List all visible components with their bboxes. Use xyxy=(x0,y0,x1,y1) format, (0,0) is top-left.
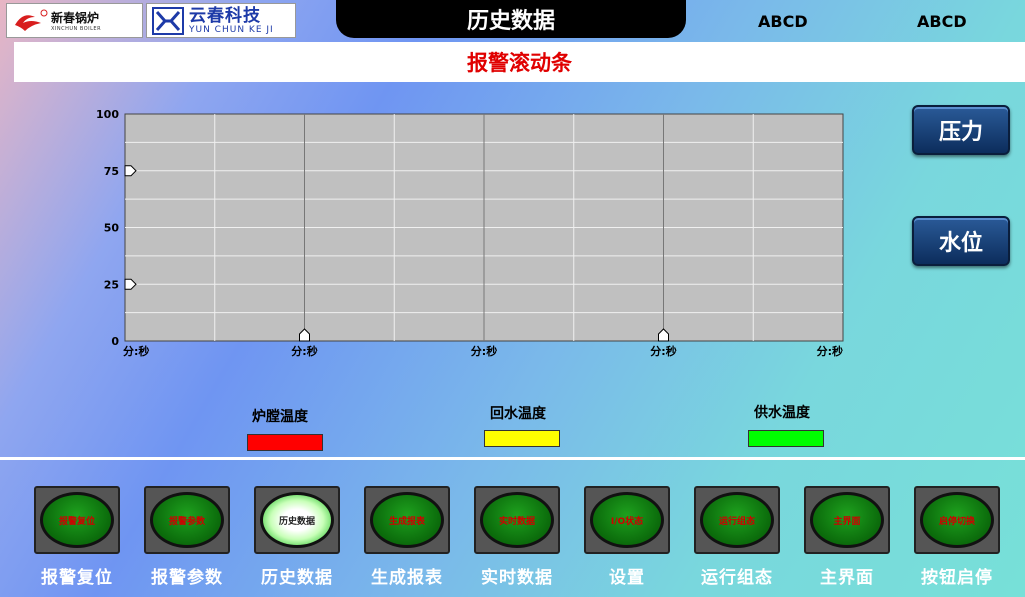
button-start-stop-lamp[interactable]: 启停切换 xyxy=(920,492,994,548)
main-screen-label: 主界面 xyxy=(820,568,874,588)
trend-chart-svg[interactable]: 0 25 50 75 100 分:秒 分:秒 分:秒 分:秒 分:秒 xyxy=(95,108,855,368)
x-tick-label: 分:秒 xyxy=(123,344,149,358)
history-data-lamp[interactable]: 历史数据 xyxy=(260,492,334,548)
realtime-data-button[interactable]: 实时数据 xyxy=(474,486,560,554)
main-screen-button[interactable]: 主界面 xyxy=(804,486,890,554)
settings-button[interactable]: I/O状态 xyxy=(584,486,670,554)
alarm-scroll-bar: 报警滚动条 xyxy=(14,42,1025,82)
alarm-reset-button[interactable]: 报警复位 xyxy=(34,486,120,554)
y-tick-label: 50 xyxy=(104,222,120,235)
history-trend-chart[interactable]: 0 25 50 75 100 分:秒 分:秒 分:秒 分:秒 分:秒 xyxy=(95,108,855,368)
run-config-button[interactable]: 运行组态 xyxy=(694,486,780,554)
generate-report-label: 生成报表 xyxy=(371,568,443,588)
realtime-data-lamp[interactable]: 实时数据 xyxy=(480,492,554,548)
boiler-logo-icon xyxy=(15,9,48,31)
alarm-reset-lamp[interactable]: 报警复位 xyxy=(40,492,114,548)
realtime-data-label: 实时数据 xyxy=(481,568,553,588)
run-config-lamp[interactable]: 运行组态 xyxy=(700,492,774,548)
run-config-label: 运行组态 xyxy=(701,568,773,588)
legend-swatch-return-water-temp xyxy=(484,430,560,447)
alarm-reset-label: 报警复位 xyxy=(41,568,113,588)
alarm-params-button[interactable]: 报警参数 xyxy=(144,486,230,554)
y-tick-label: 100 xyxy=(96,108,119,121)
user-label-1: ABCD xyxy=(758,12,808,31)
water-level-button[interactable]: 水位 xyxy=(912,216,1010,266)
logo2-name: 云春科技 xyxy=(189,5,261,26)
logo1-name: 新春锅炉 xyxy=(51,11,100,25)
logo1-sub: XINCHUN BOILER xyxy=(51,26,102,32)
yunchun-logo-icon xyxy=(152,6,184,35)
legend-label-furnace-temp: 炉膛温度 xyxy=(252,409,308,425)
history-data-label: 历史数据 xyxy=(261,568,333,588)
y-tick-label: 0 xyxy=(111,335,119,348)
generate-report-button[interactable]: 生成报表 xyxy=(364,486,450,554)
x-tick-label: 分:秒 xyxy=(650,344,676,358)
settings-lamp[interactable]: I/O状态 xyxy=(590,492,664,548)
x-tick-label: 分:秒 xyxy=(817,344,843,358)
legend-label-return-water-temp: 回水温度 xyxy=(490,406,546,422)
alarm-params-lamp[interactable]: 报警参数 xyxy=(150,492,224,548)
history-data-button[interactable]: 历史数据 xyxy=(254,486,340,554)
yunchun-logo: 云春科技 YUN CHUN KE JI xyxy=(146,3,296,38)
settings-label: 设置 xyxy=(609,568,645,588)
user-label-2: ABCD xyxy=(917,12,967,31)
main-screen-lamp[interactable]: 主界面 xyxy=(810,492,884,548)
pressure-button[interactable]: 压力 xyxy=(912,105,1010,155)
y-tick-label: 25 xyxy=(104,278,119,291)
legend-label-supply-water-temp: 供水温度 xyxy=(754,405,810,421)
logo2-sub: YUN CHUN KE JI xyxy=(189,24,274,35)
button-start-stop-label: 按钮启停 xyxy=(921,568,993,588)
generate-report-lamp[interactable]: 生成报表 xyxy=(370,492,444,548)
y-tick-label: 75 xyxy=(104,165,119,178)
button-start-stop-button[interactable]: 启停切换 xyxy=(914,486,1000,554)
page-title: 历史数据 xyxy=(336,0,686,38)
section-divider xyxy=(0,457,1025,460)
legend-swatch-furnace-temp xyxy=(247,434,323,451)
xinchun-logo: 新春锅炉 XINCHUN BOILER xyxy=(6,3,143,38)
x-tick-label: 分:秒 xyxy=(471,344,497,358)
x-tick-label: 分:秒 xyxy=(291,344,317,358)
alarm-scroll-text: 报警滚动条 xyxy=(467,51,572,75)
alarm-params-label: 报警参数 xyxy=(151,568,223,588)
legend-swatch-supply-water-temp xyxy=(748,430,824,447)
